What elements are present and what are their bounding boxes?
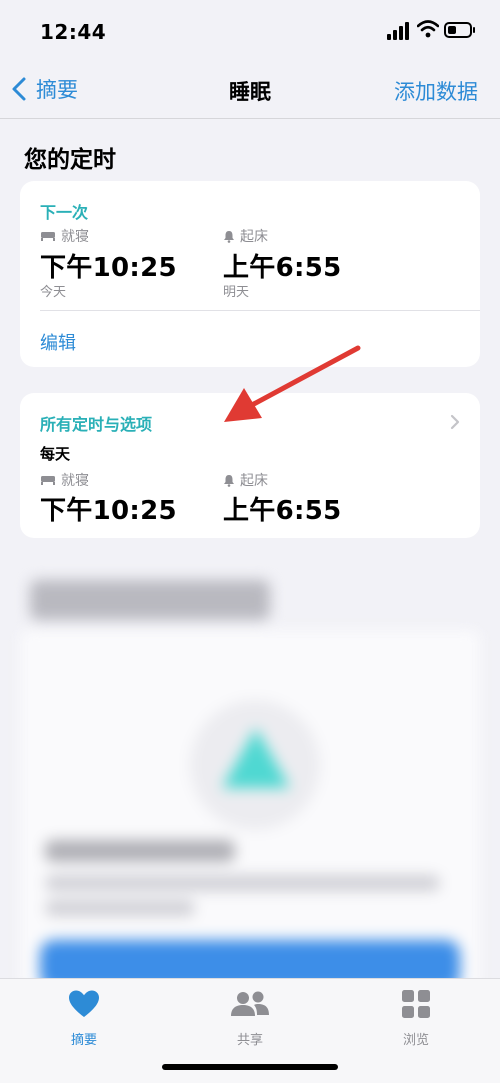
bed-icon [41,232,55,241]
people-icon [231,991,269,1016]
bedtime-label-text: 就寝 [61,229,89,245]
bed-icon [41,476,55,485]
tab-summary[interactable]: 摘要 [34,989,134,1048]
tab-browse-label: 浏览 [402,1033,429,1048]
next-schedule-card: 下一次 就寝 下午10:25 今天 起床 上午6:55 明天 编辑 [20,181,480,367]
tab-browse[interactable]: 浏览 [366,989,466,1048]
wake-label-text: 起床 [240,229,268,245]
bedtime-value: 下午10:25 [40,253,177,283]
next-header: 下一次 [40,203,89,222]
wake-day: 明天 [223,285,250,300]
status-time: 12:44 [40,20,107,44]
schedule-bedtime-value: 下午10:25 [40,496,177,526]
bell-icon [224,474,234,487]
bedtime-day: 今天 [40,285,67,300]
schedule-wake-label: 起床 [223,470,268,490]
home-indicator [162,1064,338,1070]
blurred-content [0,560,500,990]
wake-label: 起床 [223,226,268,246]
battery-icon [444,22,475,38]
tab-sharing-label: 共享 [236,1033,263,1048]
grid-icon [402,990,430,1018]
schedule-bedtime-label: 就寝 [40,470,89,490]
card-divider [40,310,480,311]
heart-icon [69,990,99,1017]
add-data-button[interactable]: 添加数据 [394,76,478,106]
schedule-frequency: 每天 [40,445,71,463]
schedule-bedtime-label-text: 就寝 [61,473,89,489]
all-schedules-header: 所有定时与选项 [40,415,153,434]
wake-value: 上午6:55 [223,253,342,283]
all-schedules-card[interactable]: 所有定时与选项 每天 就寝 下午10:25 起床 上午6:55 [20,393,480,538]
tab-sharing[interactable]: 共享 [200,989,300,1048]
navigation-bar: 摘要 睡眠 添加数据 [0,60,500,119]
edit-button[interactable]: 编辑 [40,329,76,355]
section-title: 您的定时 [24,147,116,173]
bell-icon [224,230,234,243]
chevron-right-icon [450,411,460,435]
bedtime-label: 就寝 [40,226,89,246]
wifi-icon [417,20,439,38]
schedule-wake-value: 上午6:55 [223,496,342,526]
cellular-signal-icon [387,22,411,40]
tab-summary-label: 摘要 [70,1033,97,1048]
schedule-wake-label-text: 起床 [240,473,268,489]
status-bar: 12:44 [0,0,500,60]
